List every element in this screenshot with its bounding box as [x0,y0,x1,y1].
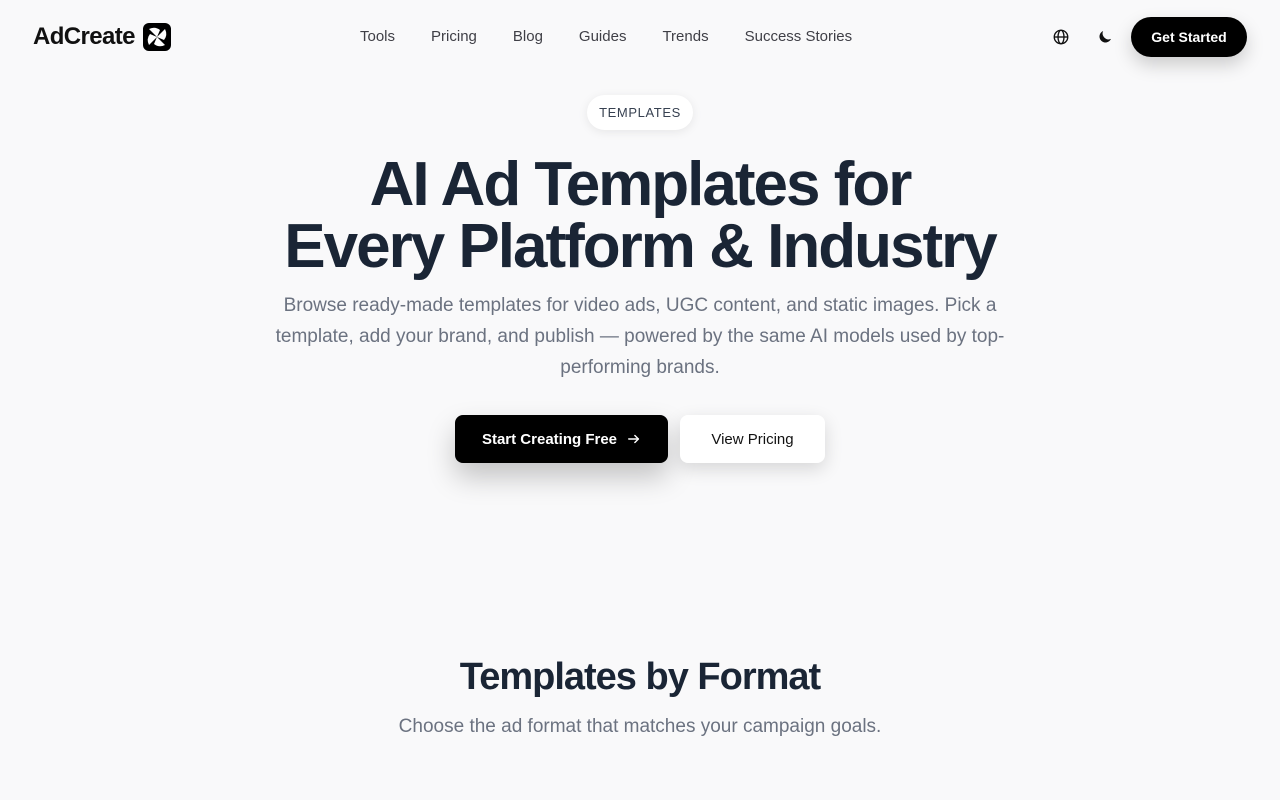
nav-item-pricing[interactable]: Pricing [431,26,477,48]
hero-subtitle: Browse ready-made templates for video ad… [275,295,1005,378]
section-title: Templates by Format [459,656,821,698]
logo-link[interactable]: AdCreate [33,22,171,52]
four-blades-logo-icon [142,23,171,51]
nav-item-success-stories[interactable]: Success Stories [745,26,853,48]
hero-title: AI Ad Templates for Every Platform & Ind… [0,154,1280,278]
theme-toggle-button[interactable] [1092,24,1118,50]
nav-item-trends[interactable]: Trends [662,26,708,48]
start-creating-label: Start Creating Free [481,430,618,448]
hero-title-line-1: AI Ad Templates for [369,150,913,219]
logo-text: AdCreate [33,23,136,50]
main-nav: Tools Pricing Blog Guides Trends Success… [360,26,852,48]
nav-item-blog[interactable]: Blog [513,26,543,48]
view-pricing-button[interactable]: View Pricing [680,415,825,463]
moon-icon [1099,31,1111,43]
section-badge: TEMPLATES [587,95,693,130]
page: AdCreate Tools Pricing Blog Guides Trend… [0,0,1280,800]
get-started-button[interactable]: Get Started [1131,17,1247,57]
nav-item-guides[interactable]: Guides [579,26,627,48]
section-subtitle: Choose the ad format that matches your c… [398,716,882,737]
arrow-right-icon [628,434,640,444]
nav-item-tools[interactable]: Tools [360,26,395,48]
start-creating-button[interactable]: Start Creating Free [455,415,668,463]
site-header: AdCreate Tools Pricing Blog Guides Trend… [0,0,1280,74]
globe-icon [1053,29,1069,45]
language-button[interactable] [1048,24,1074,50]
hero-title-line-2: Every Platform & Industry [284,212,997,281]
